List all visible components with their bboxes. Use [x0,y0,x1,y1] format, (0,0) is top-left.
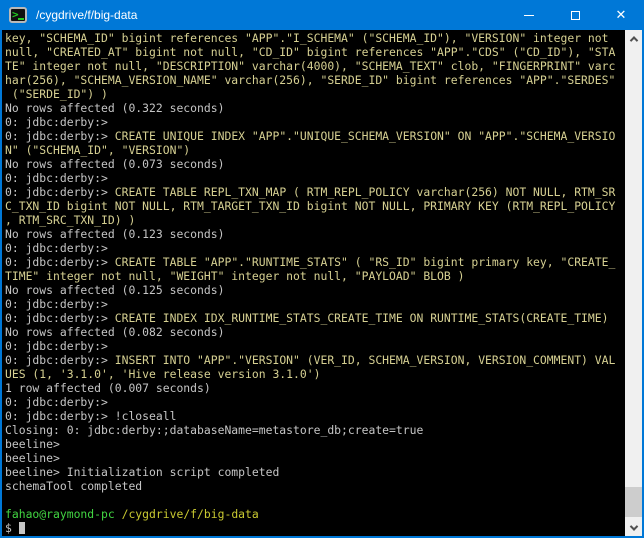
terminal-line: 0: jdbc:derby:> CREATE TABLE "APP"."RUNT… [5,255,616,269]
terminal-line: beeline> [5,437,60,451]
terminal-line: $ [5,521,625,535]
terminal-line: 0: jdbc:derby:> CREATE UNIQUE INDEX "APP… [5,129,616,143]
scrollbar-thumb[interactable] [625,487,642,517]
scrollbar[interactable] [625,30,642,536]
window-title: /cygdrive/f/big-data [36,8,138,22]
terminal-line: N" ("SCHEMA_ID", "VERSION") [5,143,191,157]
terminal-line: C_TXN_ID bigint NOT NULL, RTM_TARGET_TXN… [5,199,616,213]
terminal-line: TE" integer not null, "DESCRIPTION" varc… [5,59,616,73]
terminal-line: 0: jdbc:derby:> [5,115,108,129]
titlebar[interactable]: > /cygdrive/f/big-data ✕ [0,0,644,30]
terminal-line: key, "SCHEMA_ID" bigint references "APP"… [5,31,609,45]
maximize-button[interactable] [552,0,598,30]
terminal-line: beeline> [5,451,60,465]
terminal-line: No rows affected (0.082 seconds) [5,325,225,339]
terminal-line: 0: jdbc:derby:> INSERT INTO "APP"."VERSI… [5,353,616,367]
terminal-line: 0: jdbc:derby:> [5,171,108,185]
terminal-line: UES (1, '3.1.0', 'Hive release version 3… [5,367,321,381]
terminal-line: 0: jdbc:derby:> CREATE INDEX IDX_RUNTIME… [5,311,609,325]
terminal-line: No rows affected (0.123 seconds) [5,227,225,241]
scroll-up-button[interactable] [625,30,642,47]
terminal-line: null, "CREATED_AT" bigint not null, "CD_… [5,45,616,59]
terminal-line: 0: jdbc:derby:> [5,339,108,353]
terminal-line: beeline> Initialization script completed [5,465,280,479]
terminal-output[interactable]: key, "SCHEMA_ID" bigint references "APP"… [2,30,625,536]
chevron-up-icon [629,35,638,45]
terminal-line: No rows affected (0.125 seconds) [5,283,225,297]
window-controls: ✕ [506,0,644,30]
terminal-line: ("SERDE_ID") ) [5,87,108,101]
minimize-icon [524,14,534,16]
terminal-line: Closing: 0: jdbc:derby:;databaseName=met… [5,423,424,437]
close-icon: ✕ [615,7,627,23]
chevron-down-icon [629,521,638,531]
terminal-line: 0: jdbc:derby:> [5,297,108,311]
terminal-cursor [18,522,25,534]
maximize-icon [570,10,580,20]
terminal-line: 0: jdbc:derby:> CREATE TABLE REPL_TXN_MA… [5,185,616,199]
close-button[interactable]: ✕ [598,0,644,30]
minimize-button[interactable] [506,0,552,30]
terminal-line: 0: jdbc:derby:> [5,395,108,409]
terminal-line: No rows affected (0.073 seconds) [5,157,225,171]
terminal-line: TIME" integer not null, "WEIGHT" integer… [5,269,465,283]
terminal-line: No rows affected (0.322 seconds) [5,101,225,115]
mintty-terminal-icon: > [9,7,27,23]
scroll-down-button[interactable] [625,519,642,536]
terminal-line: 0: jdbc:derby:> [5,241,108,255]
terminal-line: har(256), "SCHEMA_VERSION_NAME" varchar(… [5,73,616,87]
terminal-window: > /cygdrive/f/big-data ✕ key, "SCHEMA_ID… [0,0,644,538]
terminal-line: fahao@raymond-pc /cygdrive/f/big-data [5,507,259,521]
terminal-line: 0: jdbc:derby:> !closeall [5,409,177,423]
terminal-line: schemaTool completed [5,479,143,493]
terminal-line: 1 row affected (0.007 seconds) [5,381,211,395]
terminal-line: , RTM_SRC_TXN_ID) ) [5,213,136,227]
